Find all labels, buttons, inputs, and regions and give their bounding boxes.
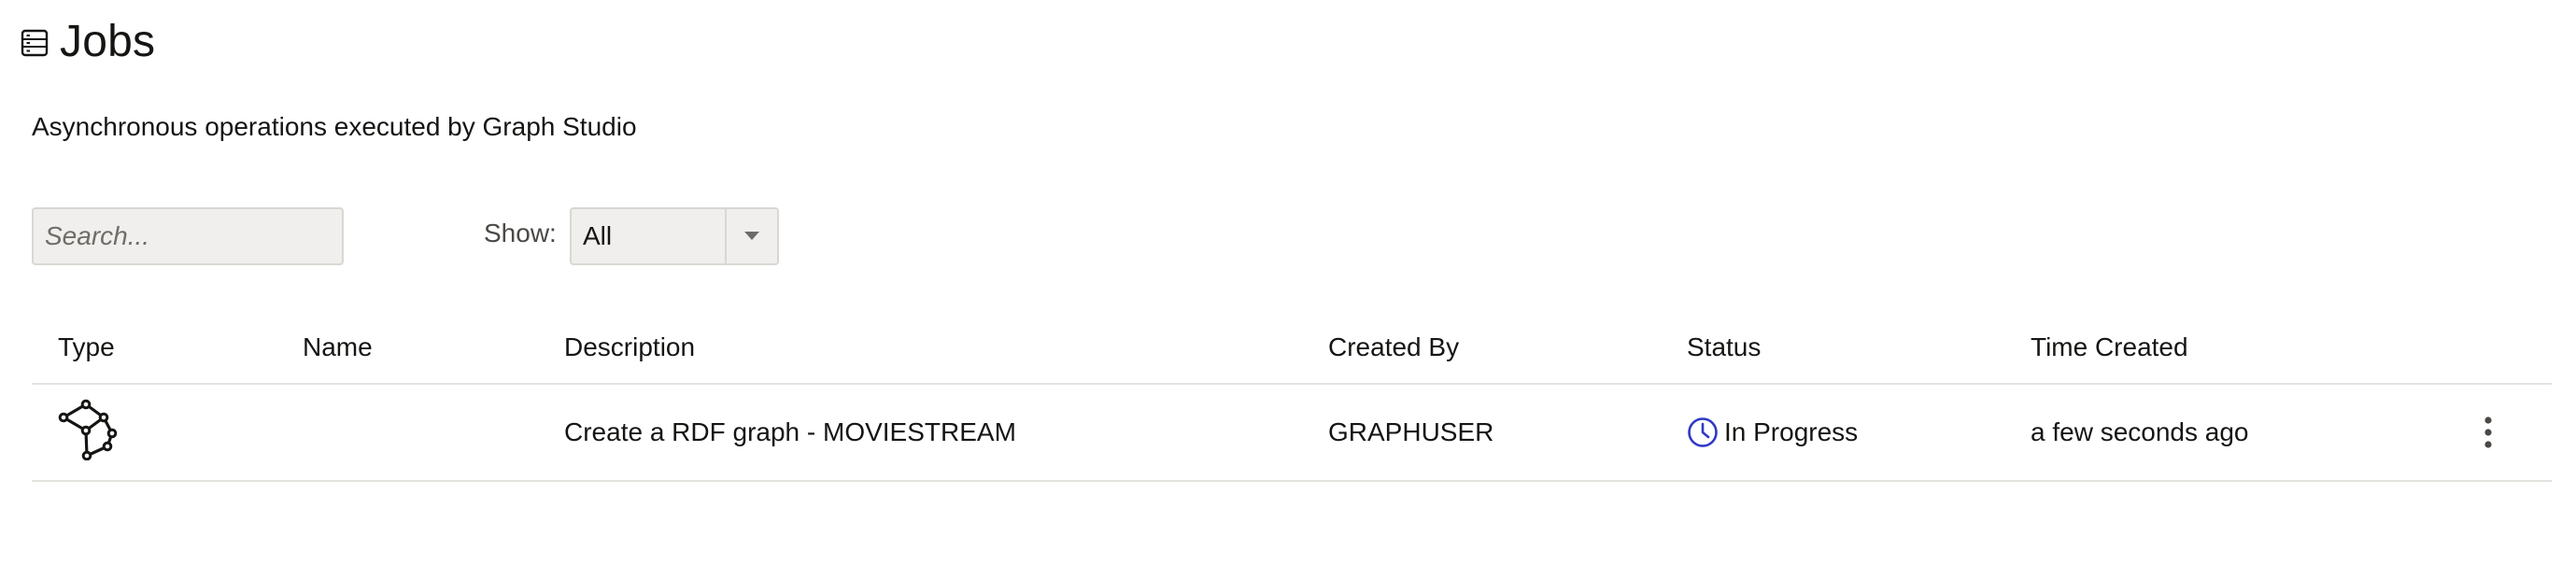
table-row[interactable]: Create a RDF graph - MOVIESTREAM GRAPHUS…: [32, 385, 2552, 482]
column-header-type[interactable]: Type: [58, 332, 115, 362]
list-icon: [21, 29, 49, 57]
type-cell: [58, 385, 118, 480]
table-header: Type Name Description Created By Status …: [32, 314, 2552, 385]
created-by-cell: GRAPHUSER: [1328, 417, 1494, 446]
status-text: In Progress: [1724, 417, 1859, 446]
caret-down-icon[interactable]: [725, 209, 777, 263]
show-filter-select[interactable]: All: [570, 207, 779, 265]
jobs-table: Type Name Description Created By Status …: [32, 314, 2552, 482]
time-created-cell: a few seconds ago: [2031, 417, 2249, 446]
column-header-status[interactable]: Status: [1687, 332, 1761, 362]
more-vertical-icon[interactable]: [2470, 404, 2507, 460]
row-actions: [2460, 385, 2507, 480]
page-title: Jobs: [60, 16, 156, 66]
show-filter-label: Show:: [484, 219, 557, 247]
column-header-description[interactable]: Description: [564, 332, 695, 362]
show-filter-value: All: [583, 221, 613, 250]
page-subtitle: Asynchronous operations executed by Grap…: [32, 112, 637, 141]
page-header: Jobs: [21, 11, 155, 71]
description-cell: Create a RDF graph - MOVIESTREAM: [564, 417, 1016, 446]
column-header-name[interactable]: Name: [303, 332, 373, 362]
graph-icon: [58, 399, 118, 467]
search-input[interactable]: [32, 207, 344, 265]
column-header-created-by[interactable]: Created By: [1328, 332, 1459, 362]
column-header-time-created[interactable]: Time Created: [2031, 332, 2188, 362]
status-cell: In Progress: [1687, 385, 1858, 480]
clock-icon: [1687, 417, 1719, 448]
